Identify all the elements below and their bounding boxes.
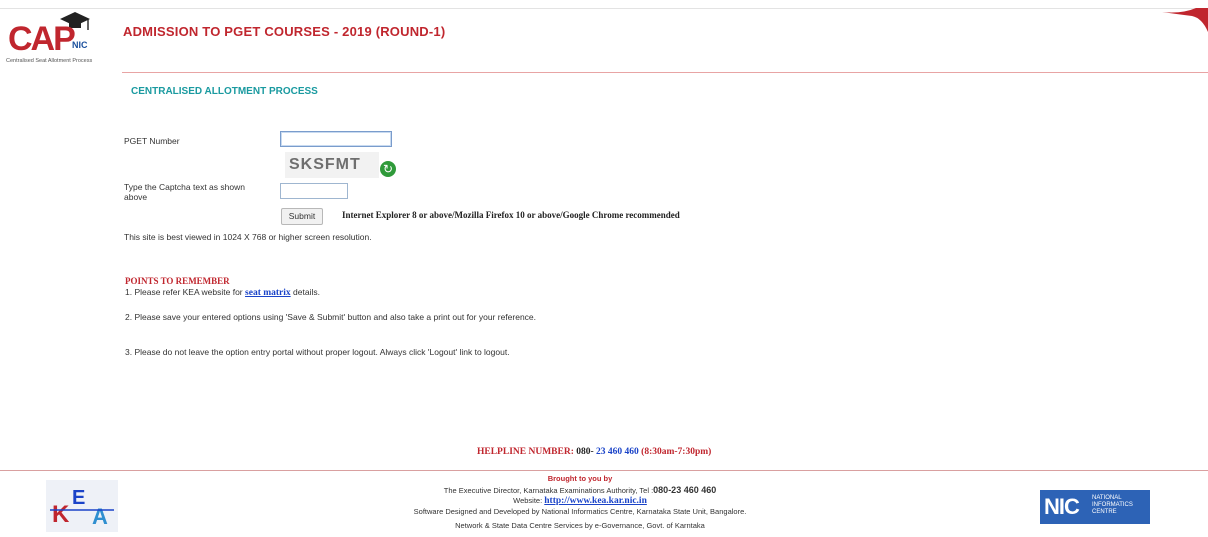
logo-tagline: Centralised Seat Allotment Process <box>6 58 93 64</box>
captcha-label: Type the Captcha text as shown above <box>124 182 245 202</box>
kea-logo-graphic: K E A <box>46 480 118 532</box>
footer-authority: The Executive Director, Karnataka Examin… <box>443 485 654 495</box>
pget-number-input[interactable] <box>280 131 392 147</box>
nic-logo-text: NIC <box>1044 494 1080 519</box>
logo-nic-text: NIC <box>72 40 88 50</box>
captcha-image: SKSFMT <box>285 152 379 178</box>
point-2: 2. Please save your entered options usin… <box>125 312 537 322</box>
footer-website: Website: http://www.kea.kar.nic.in <box>330 496 830 507</box>
point-1: 1. Please refer KEA website for seat mat… <box>125 287 320 298</box>
svg-text:E: E <box>72 487 85 509</box>
nic-logo-line-3: CENTRE <box>1092 509 1117 515</box>
footer-website-label: Website: <box>513 496 543 505</box>
footer-line-4: Network & State Data Centre Services by … <box>455 521 705 530</box>
footer-line-1: The Executive Director, Karnataka Examin… <box>330 485 830 497</box>
browser-recommendation: Internet Explorer 8 or above/Mozilla Fir… <box>342 210 680 220</box>
footer-phone: 080-23 460 460 <box>653 484 717 495</box>
seat-matrix-link[interactable]: seat matrix <box>245 288 291 298</box>
section-title: CENTRALISED ALLOTMENT PROCESS <box>131 86 318 97</box>
cap-logo: CAP NIC Centralised Seat Allotment Proce… <box>6 8 118 68</box>
pget-number-label: PGET Number <box>124 136 180 146</box>
corner-decoration <box>1162 8 1208 32</box>
helpline: HELPLINE NUMBER: 080- 23 460 460 (8:30am… <box>477 447 711 457</box>
captcha-input[interactable] <box>280 183 348 199</box>
svg-text:K: K <box>52 501 70 528</box>
point-1-prefix: 1. Please refer KEA website for <box>125 287 243 297</box>
top-border <box>0 8 1208 9</box>
point-1-suffix: details. <box>293 287 320 297</box>
nic-logo-name: NATIONAL INFORMATICS CENTRE <box>1092 495 1133 516</box>
points-heading: POINTS TO REMEMBER <box>125 276 230 286</box>
nic-logo-line-2: INFORMATICS <box>1092 502 1133 508</box>
refresh-captcha-icon[interactable]: ↻ <box>380 161 396 177</box>
nic-logo-line-1: NATIONAL <box>1092 495 1122 501</box>
helpline-prefix: 080- <box>576 447 594 457</box>
submit-button[interactable]: Submit <box>281 208 323 225</box>
footer-divider <box>0 470 1208 471</box>
nic-logo: NIC NATIONAL INFORMATICS CENTRE <box>1040 490 1150 524</box>
header-divider <box>122 72 1208 73</box>
footer-website-link[interactable]: http://www.kea.kar.nic.in <box>544 496 647 506</box>
point-3: 3. Please do not leave the option entry … <box>125 347 510 357</box>
helpline-number: 23 460 460 <box>596 447 639 457</box>
resolution-note: This site is best viewed in 1024 X 768 o… <box>124 232 372 242</box>
helpline-hours: (8:30am-7:30pm) <box>641 447 712 457</box>
footer-brought: Brought to you by <box>547 474 613 483</box>
kea-logo: K E A <box>46 480 118 532</box>
page-title: ADMISSION TO PGET COURSES - 2019 (ROUND-… <box>123 24 446 39</box>
footer-credits: Brought to you by The Executive Director… <box>330 474 830 532</box>
svg-text:A: A <box>92 504 108 529</box>
footer-line-3: Software Designed and Developed by Natio… <box>413 506 747 516</box>
captcha-text: SKSFMT <box>289 156 361 173</box>
helpline-label: HELPLINE NUMBER: <box>477 447 574 457</box>
logo-text: CAP <box>8 20 76 58</box>
